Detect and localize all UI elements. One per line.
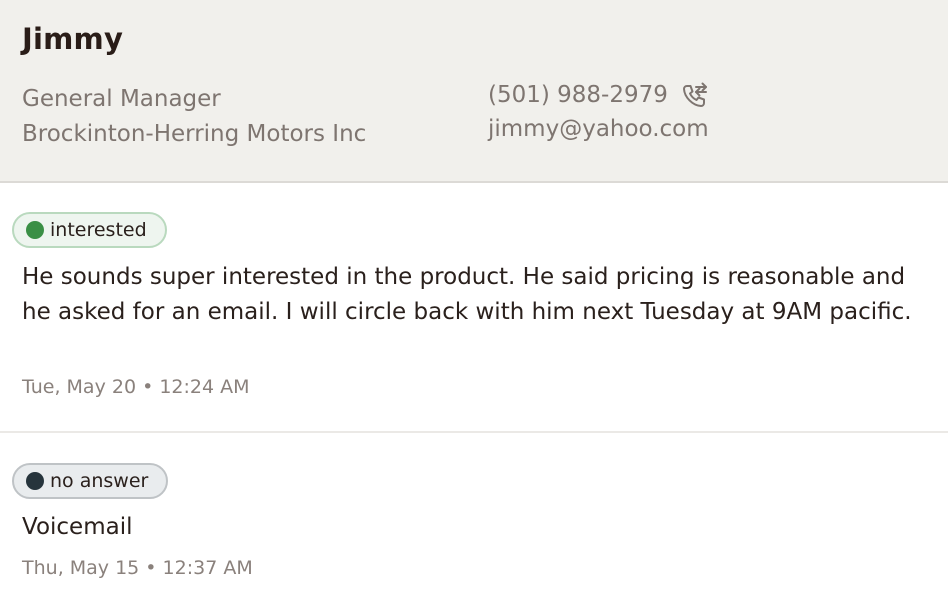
contact-phone[interactable]: (501) 988-2979 <box>488 82 668 108</box>
status-label: interested <box>50 219 147 241</box>
contact-header: Jimmy General Manager Brockinton-Herring… <box>0 0 948 183</box>
call-note: interested He sounds super interested in… <box>0 183 948 433</box>
status-badge-no-answer: no answer <box>12 463 169 499</box>
contact-company: Brockinton-Herring Motors Inc <box>22 121 367 147</box>
note-timestamp: Thu, May 15 • 12:37 AM <box>22 557 253 579</box>
note-text: He sounds super interested in the produc… <box>22 264 912 325</box>
contact-email[interactable]: jimmy@yahoo.com <box>488 116 709 142</box>
status-dot <box>26 472 44 490</box>
status-dot <box>26 221 44 239</box>
phone-outgoing-icon[interactable] <box>679 81 709 111</box>
status-badge-interested: interested <box>12 212 167 248</box>
call-note: no answer Voicemail Thu, May 15 • 12:37 … <box>0 433 948 608</box>
contact-job-title: General Manager <box>22 86 221 112</box>
note-timestamp: Tue, May 20 • 12:24 AM <box>22 376 250 398</box>
status-label: no answer <box>50 470 149 492</box>
note-text: Voicemail <box>22 514 133 540</box>
contact-name: Jimmy <box>22 22 124 56</box>
